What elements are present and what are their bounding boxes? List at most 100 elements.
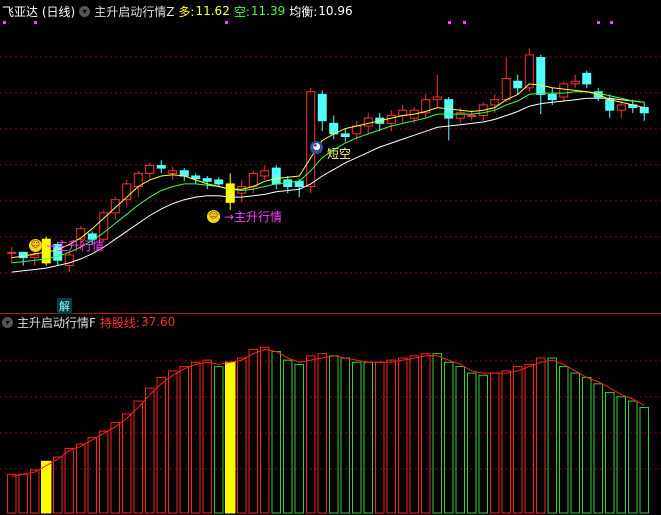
candle-body [7, 251, 17, 254]
candle-body [570, 80, 580, 85]
indicator-bar-series [7, 346, 649, 514]
indicator-bar [133, 400, 143, 514]
candle-body [260, 170, 270, 177]
indicator-bar [306, 355, 316, 514]
candle-body [616, 104, 626, 111]
signal-bar [41, 460, 52, 514]
indicator-bar [513, 366, 523, 514]
indicator-bar [340, 357, 350, 514]
candle-body [547, 93, 557, 101]
indicator-bar [605, 391, 615, 514]
candle-body [467, 114, 477, 117]
candle-body [432, 96, 442, 101]
indicator-bar [30, 469, 40, 514]
main-header: 飞亚达 (日线) ▾ 主升启动行情Z 多: 11.62 空: 11.39 均衡:… [2, 2, 357, 20]
indicator-name[interactable]: 主升启动行情Z [94, 3, 174, 20]
indicator-bar [191, 361, 201, 514]
indicator-bar [329, 355, 339, 514]
hold-line-series [11, 348, 645, 477]
indicator-bar [87, 437, 97, 514]
indicator-bar [260, 346, 270, 514]
stock-chart-window: 飞亚达 (日线) ▾ 主升启动行情Z 多: 11.62 空: 11.39 均衡:… [0, 0, 661, 515]
indicator-bar [455, 366, 465, 514]
short-empty-annotation: ◕ 短空 [310, 133, 351, 162]
candle-body [513, 80, 523, 89]
moving-average-lines [11, 83, 645, 273]
indicator-bar [363, 361, 373, 514]
candle-body [559, 83, 569, 98]
candle-body [191, 175, 201, 180]
stock-title: 飞亚达 (日线) [2, 4, 76, 19]
candle-body [317, 93, 327, 122]
jun-value: 10.96 [318, 4, 353, 18]
chevron-down-icon[interactable]: ▾ [79, 5, 91, 17]
marker-dot [34, 21, 37, 24]
signal-bar [225, 361, 236, 514]
indicator-bar [547, 357, 557, 514]
indicator-bar [628, 400, 638, 514]
kong-value: 11.39 [250, 4, 286, 18]
candle-body [536, 57, 546, 95]
indicator-bar [467, 372, 477, 514]
marker-dot [225, 21, 228, 24]
bear-icon: ◕ [310, 141, 323, 154]
jun-label: 均衡: [289, 4, 318, 19]
indicator-bar [18, 473, 28, 514]
marker-dot [597, 21, 600, 24]
hold-label: 持股线: [99, 315, 140, 330]
indicator-bar [76, 443, 86, 514]
candle-body [490, 99, 500, 106]
candle-body [582, 72, 592, 85]
signal-annotation-2: ☺ →主升行情 [207, 208, 282, 225]
jie-tag: 解 [57, 298, 72, 314]
marker-dot [3, 21, 6, 24]
signal-text-1: →主升行情 [46, 239, 105, 253]
candle-body [202, 178, 212, 182]
indicator-bar [559, 366, 569, 514]
candle-body [639, 107, 649, 114]
candle-body [110, 199, 120, 214]
indicator-bar [536, 357, 546, 514]
indicator-bar [248, 348, 258, 514]
candle-body [352, 125, 362, 135]
candle-body [214, 179, 224, 185]
indicator-bar [156, 376, 166, 514]
indicator-bar [524, 363, 534, 514]
indicator-bar [639, 407, 649, 514]
candle-body [156, 164, 166, 169]
indicator-bar [294, 363, 304, 514]
kong-label: 空: [233, 4, 250, 19]
candle-body [271, 167, 281, 185]
indicator-bar [168, 370, 178, 514]
indicator-bar [202, 359, 212, 514]
candle-body [363, 117, 373, 127]
indicator-bar [582, 376, 592, 514]
sub-header: ▾ 主升启动行情F 持股线: 37.60 [2, 313, 179, 331]
indicator-bar [444, 361, 454, 514]
marker-dot [463, 21, 466, 24]
candle-body [248, 172, 258, 188]
signal-text-2: →主升行情 [224, 210, 283, 224]
chevron-down-icon[interactable]: ▾ [2, 316, 13, 328]
duo-value: 11.62 [195, 4, 230, 18]
hold-line [11, 348, 645, 477]
indicator-bar [616, 396, 626, 514]
smiley-icon: ☺ [207, 210, 220, 223]
indicator-bar [110, 422, 120, 514]
marker-dots [3, 21, 613, 24]
duo-label: 多: [178, 4, 195, 19]
indicator-bar [64, 447, 74, 514]
hold-value: 37.60 [140, 315, 176, 329]
indicator-bar [352, 361, 362, 514]
indicator-bar [7, 473, 17, 514]
indicator-bar [179, 366, 189, 514]
indicator-bar [214, 366, 224, 514]
indicator-bar [53, 456, 63, 514]
indicator-bar [386, 359, 396, 514]
indicator-bar [145, 387, 155, 514]
sub-indicator-name[interactable]: 主升启动行情F [17, 314, 96, 331]
candle-body [524, 54, 534, 89]
indicator-bar [375, 361, 385, 514]
candle-body [30, 254, 40, 259]
candle-body [386, 114, 396, 124]
